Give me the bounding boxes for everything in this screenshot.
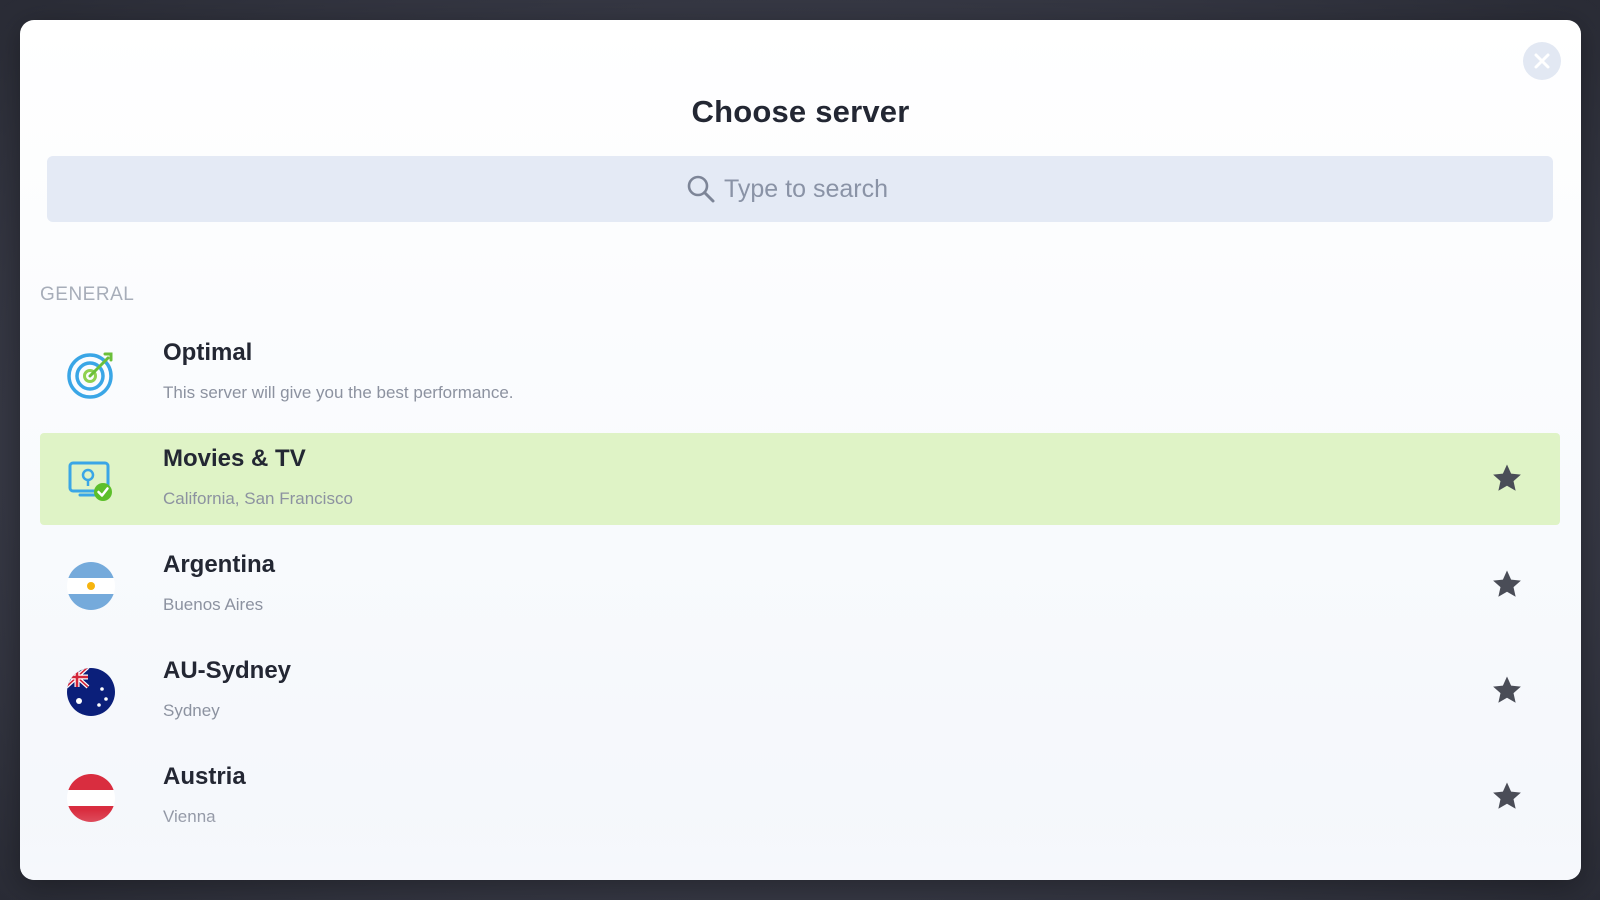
server-name: AU-Sydney [163,657,292,684]
server-name: Movies & TV [163,445,306,472]
argentina-flag-icon [67,562,115,610]
server-item-austria[interactable]: Austria Vienna [40,751,1560,843]
server-location: California, San Francisco [163,489,353,508]
server-name: Austria [163,763,246,790]
server-list: Optimal This server will give you the be… [40,327,1560,857]
favorite-star-icon[interactable] [1490,779,1524,813]
server-item-argentina[interactable]: Argentina Buenos Aires [40,539,1560,631]
server-name: Argentina [163,551,276,578]
favorite-star-icon[interactable] [1490,567,1524,601]
server-description: This server will give you the best perfo… [163,383,514,402]
favorite-star-icon[interactable] [1490,461,1524,495]
favorite-star-icon[interactable] [1490,673,1524,707]
dialog-title: Choose server [691,94,910,129]
close-button[interactable] [1523,42,1561,80]
search-input[interactable] [724,174,914,204]
austria-flag-icon [67,774,115,822]
server-item-au-sydney[interactable]: AU-Sydney Sydney [40,645,1560,737]
server-name: Optimal [163,339,253,366]
target-icon [67,352,113,399]
choose-server-dialog: Choose server GENERAL Optimal This serve… [20,20,1581,880]
search-bar[interactable] [47,156,1553,222]
search-icon [687,175,715,203]
australia-flag-icon [67,668,115,716]
section-label-general: GENERAL [40,284,135,305]
close-icon [1534,53,1550,69]
server-location: Sydney [163,701,220,720]
server-location: Buenos Aires [163,595,264,614]
server-item-optimal[interactable]: Optimal This server will give you the be… [40,327,1560,419]
streaming-screen-icon [68,461,112,501]
server-location: Vienna [163,807,216,826]
server-item-movies-tv[interactable]: Movies & TV California, San Francisco [40,433,1560,525]
